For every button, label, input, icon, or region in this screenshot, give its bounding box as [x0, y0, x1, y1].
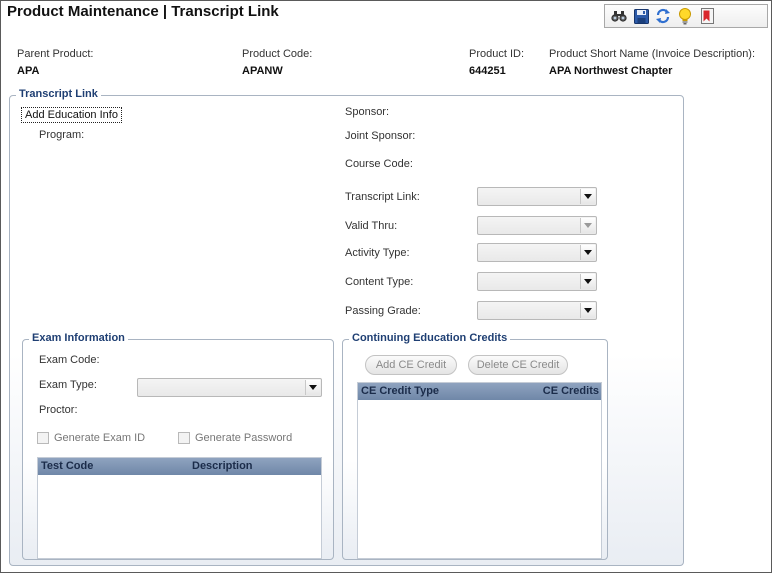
exam-information-legend: Exam Information: [29, 332, 128, 344]
passing-grade-label: Passing Grade:: [345, 305, 421, 317]
page-title: Product Maintenance | Transcript Link: [7, 3, 279, 20]
chevron-down-icon[interactable]: [305, 380, 320, 395]
column-header-description[interactable]: Description: [192, 460, 253, 472]
activity-type-label: Activity Type:: [345, 247, 410, 259]
exam-type-select[interactable]: [137, 378, 322, 397]
joint-sponsor-label: Joint Sponsor:: [345, 130, 416, 142]
short-name-value: APA Northwest Chapter: [549, 65, 673, 77]
ce-credits-legend: Continuing Education Credits: [349, 332, 511, 344]
parent-product-value: APA: [17, 65, 40, 77]
generate-password-checkbox[interactable]: Generate Password: [178, 432, 292, 444]
short-name-label: Product Short Name (Invoice Description)…: [549, 48, 756, 60]
save-icon[interactable]: [632, 7, 650, 25]
refresh-icon[interactable]: [654, 7, 672, 25]
lightbulb-icon[interactable]: [676, 7, 694, 25]
parent-product-label: Parent Product:: [17, 48, 94, 60]
chevron-down-icon[interactable]: [580, 274, 595, 289]
transcript-link-select[interactable]: [477, 187, 597, 206]
add-ce-credit-button[interactable]: Add CE Credit: [365, 355, 457, 375]
chevron-down-icon[interactable]: [580, 303, 595, 318]
transcript-link-legend: Transcript Link: [16, 88, 101, 100]
valid-thru-select[interactable]: [477, 216, 597, 235]
product-id-label: Product ID:: [469, 48, 525, 60]
generate-exam-id-label: Generate Exam ID: [54, 432, 146, 444]
column-header-test-code[interactable]: Test Code: [41, 460, 93, 472]
checkbox-box[interactable]: [178, 432, 190, 444]
content-type-label: Content Type:: [345, 276, 414, 288]
course-code-label: Course Code:: [345, 158, 413, 170]
sponsor-label: Sponsor:: [345, 106, 390, 118]
product-id-value: 644251: [469, 65, 506, 77]
checkbox-box[interactable]: [37, 432, 49, 444]
add-education-info-button[interactable]: Add Education Info: [21, 107, 122, 123]
passing-grade-select[interactable]: [477, 301, 597, 320]
valid-thru-label: Valid Thru:: [345, 220, 398, 232]
binoculars-icon[interactable]: [610, 7, 628, 25]
program-label: Program:: [39, 129, 85, 141]
column-header-ce-credits[interactable]: CE Credits: [543, 385, 599, 397]
chevron-down-icon[interactable]: [580, 189, 595, 204]
chevron-down-icon[interactable]: [580, 218, 595, 233]
toolbar: [604, 4, 768, 28]
generate-password-label: Generate Password: [195, 432, 293, 444]
proctor-label: Proctor:: [39, 404, 78, 416]
test-code-grid[interactable]: Test Code Description: [37, 457, 322, 559]
content-type-select[interactable]: [477, 272, 597, 291]
activity-type-select[interactable]: [477, 243, 597, 262]
ce-credit-grid[interactable]: CE Credit Type CE Credits: [357, 382, 602, 559]
ce-credit-grid-header: CE Credit Type CE Credits: [358, 383, 601, 400]
delete-ce-credit-button[interactable]: Delete CE Credit: [468, 355, 568, 375]
bookmark-icon[interactable]: [698, 7, 716, 25]
exam-type-label: Exam Type:: [39, 379, 97, 391]
column-header-ce-credit-type[interactable]: CE Credit Type: [361, 385, 439, 397]
exam-code-label: Exam Code:: [39, 354, 100, 366]
test-code-grid-header: Test Code Description: [38, 458, 321, 475]
product-code-value: APANW: [242, 65, 283, 77]
generate-exam-id-checkbox[interactable]: Generate Exam ID: [37, 432, 145, 444]
product-maintenance-window: Product Maintenance | Transcript Link Pa…: [0, 0, 772, 573]
chevron-down-icon[interactable]: [580, 245, 595, 260]
transcript-link-label: Transcript Link:: [345, 191, 420, 203]
product-code-label: Product Code:: [242, 48, 313, 60]
